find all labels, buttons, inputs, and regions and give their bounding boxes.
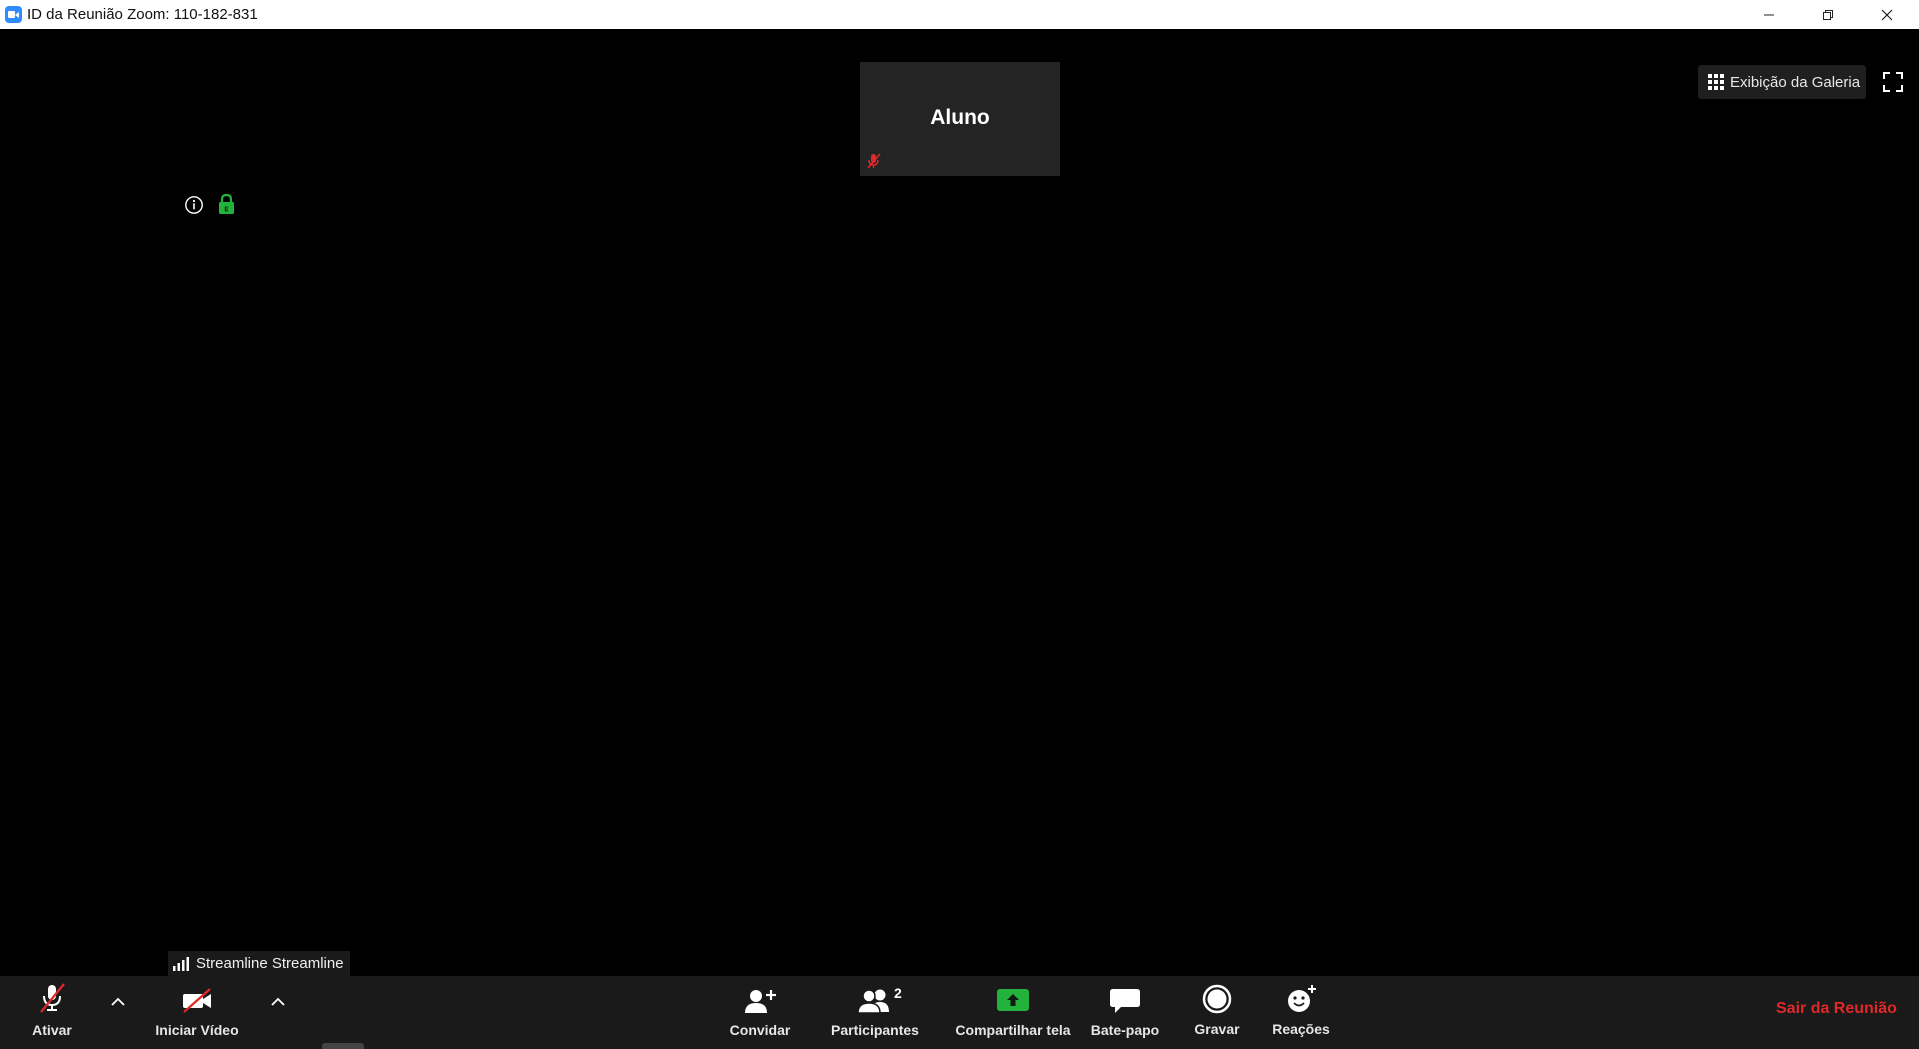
- active-speaker-label: Streamline Streamline: [168, 951, 350, 976]
- restore-icon: [1823, 9, 1833, 20]
- minimize-icon: [1764, 14, 1774, 15]
- meeting-toolbar: Ativar Iniciar Vídeo Convidar Participan…: [0, 976, 1919, 1049]
- chat-button[interactable]: Bate-papo: [1086, 976, 1164, 1049]
- window-title: ID da Reunião Zoom: 110-182-831: [27, 6, 258, 23]
- minimize-button[interactable]: [1740, 0, 1798, 29]
- signal-bars-icon: [173, 956, 189, 971]
- participants-button[interactable]: Participantes: [826, 976, 924, 1049]
- participants-icon: [857, 989, 889, 1014]
- chevron-up-icon: [271, 997, 285, 1006]
- encryption-lock-icon[interactable]: E: [217, 193, 236, 215]
- title-bar: ID da Reunião Zoom: 110-182-831: [0, 0, 1919, 29]
- restore-button[interactable]: [1799, 0, 1857, 29]
- share-screen-label: Compartilhar tela: [955, 1022, 1071, 1038]
- unmute-label: Ativar: [32, 1022, 72, 1038]
- mic-muted-icon: [40, 983, 65, 1013]
- unmute-button[interactable]: Ativar: [22, 976, 82, 1049]
- participant-thumbnail[interactable]: Aluno: [860, 62, 1060, 176]
- toolbar-handle: [322, 1043, 364, 1049]
- invite-button[interactable]: Convidar: [720, 976, 800, 1049]
- chat-icon: [1110, 989, 1140, 1013]
- record-label: Gravar: [1194, 1021, 1240, 1037]
- info-icon[interactable]: [184, 195, 204, 215]
- participant-name: Aluno: [930, 106, 990, 129]
- chat-label: Bate-papo: [1090, 1022, 1160, 1038]
- reactions-label: Reações: [1272, 1021, 1330, 1037]
- close-button[interactable]: [1858, 0, 1916, 29]
- svg-text:E: E: [224, 206, 229, 214]
- audio-options-button[interactable]: [103, 976, 133, 1026]
- zoom-app-icon: [5, 6, 22, 23]
- video-options-button[interactable]: [263, 976, 293, 1026]
- share-screen-button[interactable]: Compartilhar tela: [950, 976, 1076, 1049]
- record-button[interactable]: Gravar: [1187, 976, 1247, 1049]
- invite-label: Convidar: [729, 1022, 791, 1038]
- leave-meeting-button[interactable]: Sair da Reunião: [1776, 1000, 1897, 1018]
- reactions-icon: [1288, 985, 1316, 1012]
- chevron-up-icon: [111, 997, 125, 1006]
- share-screen-icon: [997, 989, 1029, 1011]
- gallery-view-button[interactable]: Exibição da Galeria: [1698, 65, 1866, 99]
- gallery-view-label: Exibição da Galeria: [1730, 73, 1861, 91]
- participants-label: Participantes: [831, 1022, 919, 1038]
- participants-count: 2: [894, 985, 902, 1001]
- start-video-button[interactable]: Iniciar Vídeo: [152, 976, 242, 1049]
- mic-muted-icon: [867, 153, 881, 169]
- start-video-label: Iniciar Vídeo: [155, 1022, 239, 1038]
- reactions-button[interactable]: Reações: [1266, 976, 1336, 1049]
- video-stage: Aluno E Exibição da Galeria Streamline S…: [0, 29, 1919, 976]
- add-user-icon: [745, 990, 776, 1013]
- gallery-grid-icon: [1708, 74, 1724, 90]
- close-icon: [1881, 9, 1893, 20]
- video-off-icon: [183, 988, 211, 1013]
- fullscreen-icon[interactable]: [1882, 71, 1904, 93]
- speaker-name: Streamline Streamline: [196, 955, 344, 972]
- record-icon: [1202, 984, 1232, 1014]
